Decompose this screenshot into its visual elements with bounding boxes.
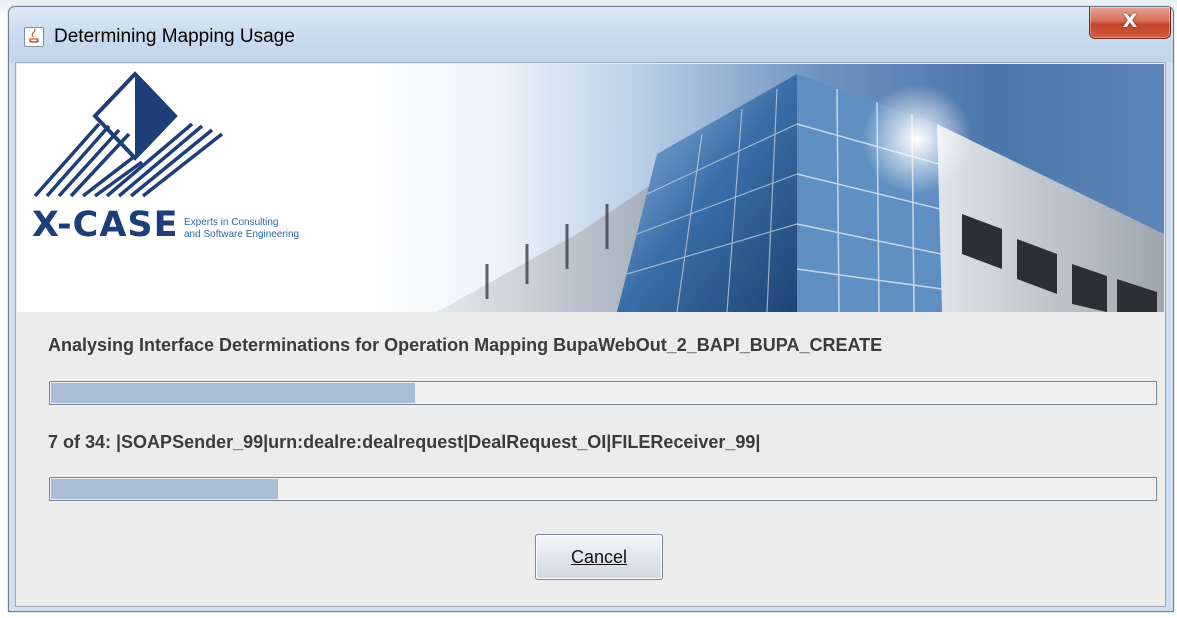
company-logo-mark: [33, 71, 224, 198]
item-progress-fill: [51, 479, 278, 499]
cancel-button[interactable]: Cancel: [535, 534, 663, 580]
operation-progress-bar: [49, 381, 1157, 405]
dialog-content: X-CASE Experts in Consulting and Softwar…: [15, 62, 1166, 607]
building-illustration: [33, 71, 1164, 312]
tagline-line-2: and Software Engineering: [184, 229, 300, 240]
item-progress-bar: [49, 477, 1157, 501]
window-title: Determining Mapping Usage: [54, 26, 295, 47]
operation-progress-fill: [51, 383, 415, 403]
company-tagline: Experts in Consulting and Software Engin…: [184, 217, 299, 241]
title-bar[interactable]: Determining Mapping Usage X: [9, 7, 1173, 62]
item-status-text: 7 of 34: |SOAPSender_99|urn:dealre:dealr…: [48, 432, 761, 452]
tagline-line-1: Experts in Consulting: [184, 217, 279, 228]
close-icon: X: [1122, 10, 1138, 32]
java-app-icon: [24, 27, 44, 47]
cancel-button-label: Cancel: [570, 546, 628, 567]
company-banner: X-CASE Experts in Consulting and Softwar…: [17, 64, 1164, 312]
dialog-window: Determining Mapping Usage X X-CASE Exper…: [8, 6, 1174, 612]
operation-status-text: Analysing Interface Determinations for O…: [48, 335, 883, 355]
company-logo-text: X-CASE: [32, 205, 179, 245]
close-button[interactable]: X: [1089, 7, 1171, 39]
